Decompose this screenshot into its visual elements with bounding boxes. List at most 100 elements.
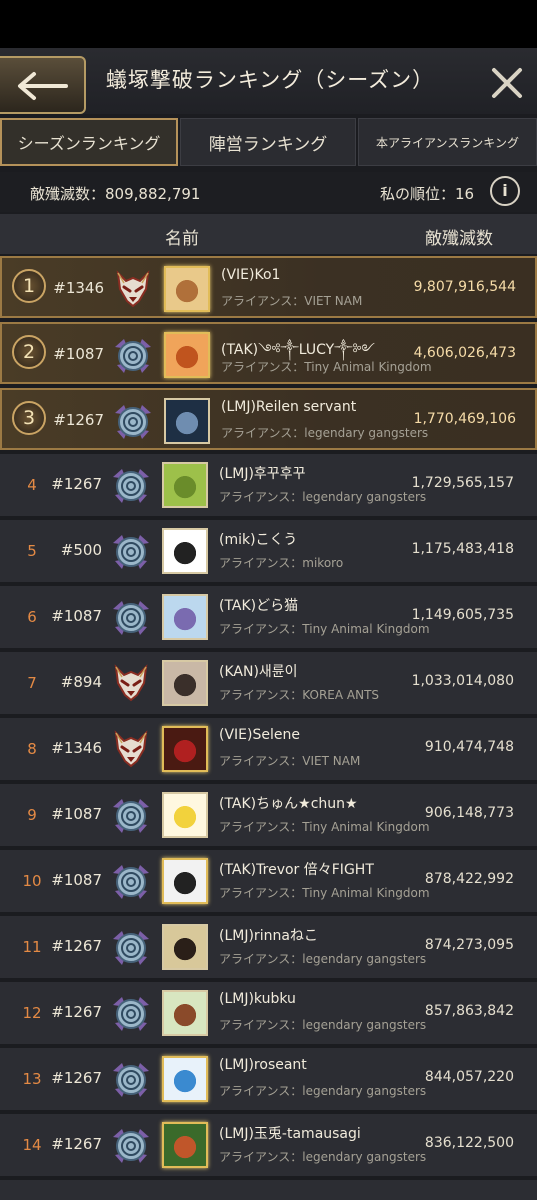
alliance-prefix: アライアンス： [219, 754, 303, 768]
avatar[interactable] [162, 990, 208, 1036]
alliance-name: Tiny Animal Kingdom [302, 820, 430, 834]
alliance-name: legendary gangsters [302, 1018, 427, 1032]
fox-emblem-icon [110, 729, 152, 769]
ranking-row[interactable]: 6 #1087 (TAK)どら猫 アライアンス：Tiny Animal Kingdom… [0, 586, 537, 648]
tab-faction-ranking[interactable]: 陣営ランキング [180, 118, 356, 166]
kill-score: 1,149,605,735 [411, 607, 514, 623]
kill-count-label: 敵殲滅数： [30, 185, 106, 203]
server-number: #1267 [51, 475, 102, 493]
ranking-row[interactable]: 1 #1346 (VIE)Ko1 アライアンス：VIET NAM 9,807,916,5… [0, 256, 537, 318]
kill-score: 874,273,095 [424, 937, 514, 953]
avatar[interactable] [162, 528, 208, 574]
server-number: #1267 [53, 411, 104, 429]
alliance-prefix: アライアンス： [219, 952, 303, 966]
ranking-row[interactable]: 11 #1267 (LMJ)rinnaねこ アライアンス：legendary gang… [0, 916, 537, 978]
ranking-row[interactable]: 10 #1087 (TAK)Trevor 倍々FIGHT アライアンス：Tiny An… [0, 850, 537, 912]
alliance-info: アライアンス：legendary gangsters [219, 1082, 426, 1099]
alliance-info: アライアンス：legendary gangsters [219, 1016, 426, 1033]
alliance-info: アライアンス：VIET NAM [221, 292, 362, 309]
kill-score: 1,770,469,106 [413, 411, 516, 427]
server-number: #500 [60, 541, 102, 559]
kill-score: 1,033,014,080 [411, 673, 514, 689]
rank-number: 12 [22, 1004, 42, 1022]
ranking-row[interactable]: 2 #1087 (TAK)༺༒LUCY༒༻ アライアンス：Tiny Animal Ki… [0, 322, 537, 384]
rank-number: 9 [27, 806, 37, 824]
ribbon-emblem-icon [110, 597, 152, 637]
rank-number: 4 [27, 476, 37, 494]
close-button[interactable] [486, 62, 528, 104]
ranking-row[interactable]: 4 #1267 (LMJ)후꾸후꾸 アライアンス：legendary gangster… [0, 454, 537, 516]
ranking-row[interactable]: 7 #894 (KAN)새륜이 アライアンス：KOREA ANTS 1,033,014,… [0, 652, 537, 714]
ranking-row[interactable]: 8 #1346 (VIE)Selene アライアンス：VIET NAM 910,474,… [0, 718, 537, 780]
avatar[interactable] [162, 462, 208, 508]
ranking-row-partial[interactable] [0, 1180, 537, 1200]
back-button[interactable] [0, 56, 86, 114]
player-name: (LMJ)玉兎-tamausagi [219, 1126, 361, 1142]
player-name: (LMJ)후꾸후꾸 [219, 466, 306, 482]
my-rank-value: 16 [455, 185, 475, 203]
rank-number: 8 [27, 740, 37, 758]
kill-score: 836,122,500 [424, 1135, 514, 1151]
kill-count: 敵殲滅数：809,882,791 [30, 183, 200, 204]
rank-number: 5 [27, 542, 37, 560]
alliance-info: アライアンス：Tiny Animal Kingdom [221, 358, 432, 375]
ranking-row[interactable]: 5 #500 (mik)こくう アライアンス：mikoro 1,175,483,418 [0, 520, 537, 582]
kill-score: 4,606,026,473 [413, 345, 516, 361]
alliance-name: Tiny Animal Kingdom [302, 886, 430, 900]
rank-number: 10 [22, 872, 42, 890]
alliance-prefix: アライアンス： [219, 886, 303, 900]
info-icon[interactable]: i [490, 176, 520, 206]
rank-medal: 1 [12, 269, 46, 303]
rank-number: 14 [22, 1136, 42, 1154]
ranking-row[interactable]: 9 #1087 (TAK)ちゅん★chun★ アライアンス：Tiny Animal K… [0, 784, 537, 846]
alliance-name: legendary gangsters [302, 952, 427, 966]
avatar[interactable] [162, 660, 208, 706]
avatar[interactable] [164, 332, 210, 378]
alliance-info: アライアンス：KOREA ANTS [219, 686, 379, 703]
player-name: (mik)こくう [219, 532, 298, 548]
tab-alliance-ranking[interactable]: 本アライアンスランキング [358, 118, 537, 166]
alliance-name: Tiny Animal Kingdom [304, 360, 432, 374]
avatar[interactable] [162, 1056, 208, 1102]
tab-season-ranking[interactable]: シーズンランキング [0, 118, 178, 166]
ranking-list: 1 #1346 (VIE)Ko1 アライアンス：VIET NAM 9,807,916,5… [0, 256, 537, 1200]
column-score: 敵殲滅数 [425, 229, 493, 249]
rank-number: 13 [22, 1070, 42, 1088]
alliance-name: VIET NAM [302, 754, 361, 768]
kill-score: 9,807,916,544 [413, 279, 516, 295]
avatar[interactable] [164, 266, 210, 312]
ranking-row[interactable]: 12 #1267 (LMJ)kubku アライアンス：legendary gangst… [0, 982, 537, 1044]
avatar[interactable] [162, 924, 208, 970]
alliance-name: legendary gangsters [302, 1084, 427, 1098]
ribbon-emblem-icon [110, 1125, 152, 1165]
alliance-name: KOREA ANTS [302, 688, 380, 702]
rank-number: 7 [27, 674, 37, 692]
alliance-name: legendary gangsters [304, 426, 429, 440]
player-name: (KAN)새륜이 [219, 664, 298, 680]
ranking-row[interactable]: 14 #1267 (LMJ)玉兎-tamausagi アライアンス：legendary… [0, 1114, 537, 1176]
alliance-name: VIET NAM [304, 294, 363, 308]
avatar[interactable] [162, 726, 208, 772]
close-icon [492, 68, 522, 98]
server-number: #1267 [51, 1003, 102, 1021]
ranking-row[interactable]: 3 #1267 (LMJ)Reilen servant アライアンス：legendar… [0, 388, 537, 450]
back-arrow-icon [18, 72, 68, 100]
server-number: #1087 [51, 871, 102, 889]
avatar[interactable] [162, 858, 208, 904]
ribbon-emblem-icon [110, 993, 152, 1033]
ranking-tabs: シーズンランキング 陣営ランキング 本アライアンスランキング [0, 118, 537, 168]
ranking-row[interactable]: 13 #1267 (LMJ)roseant アライアンス：legendary gang… [0, 1048, 537, 1110]
player-name: (TAK)ちゅん★chun★ [219, 796, 358, 812]
alliance-info: アライアンス：Tiny Animal Kingdom [219, 620, 430, 637]
avatar[interactable] [164, 398, 210, 444]
avatar[interactable] [162, 792, 208, 838]
alliance-prefix: アライアンス： [219, 490, 303, 504]
avatar[interactable] [162, 1122, 208, 1168]
column-header: 名前 敵殲滅数 [0, 214, 537, 254]
rank-medal: 3 [12, 401, 46, 435]
status-bar [0, 0, 537, 48]
avatar[interactable] [162, 594, 208, 640]
alliance-prefix: アライアンス： [221, 294, 305, 308]
ribbon-emblem-icon [112, 335, 154, 375]
ribbon-emblem-icon [110, 861, 152, 901]
